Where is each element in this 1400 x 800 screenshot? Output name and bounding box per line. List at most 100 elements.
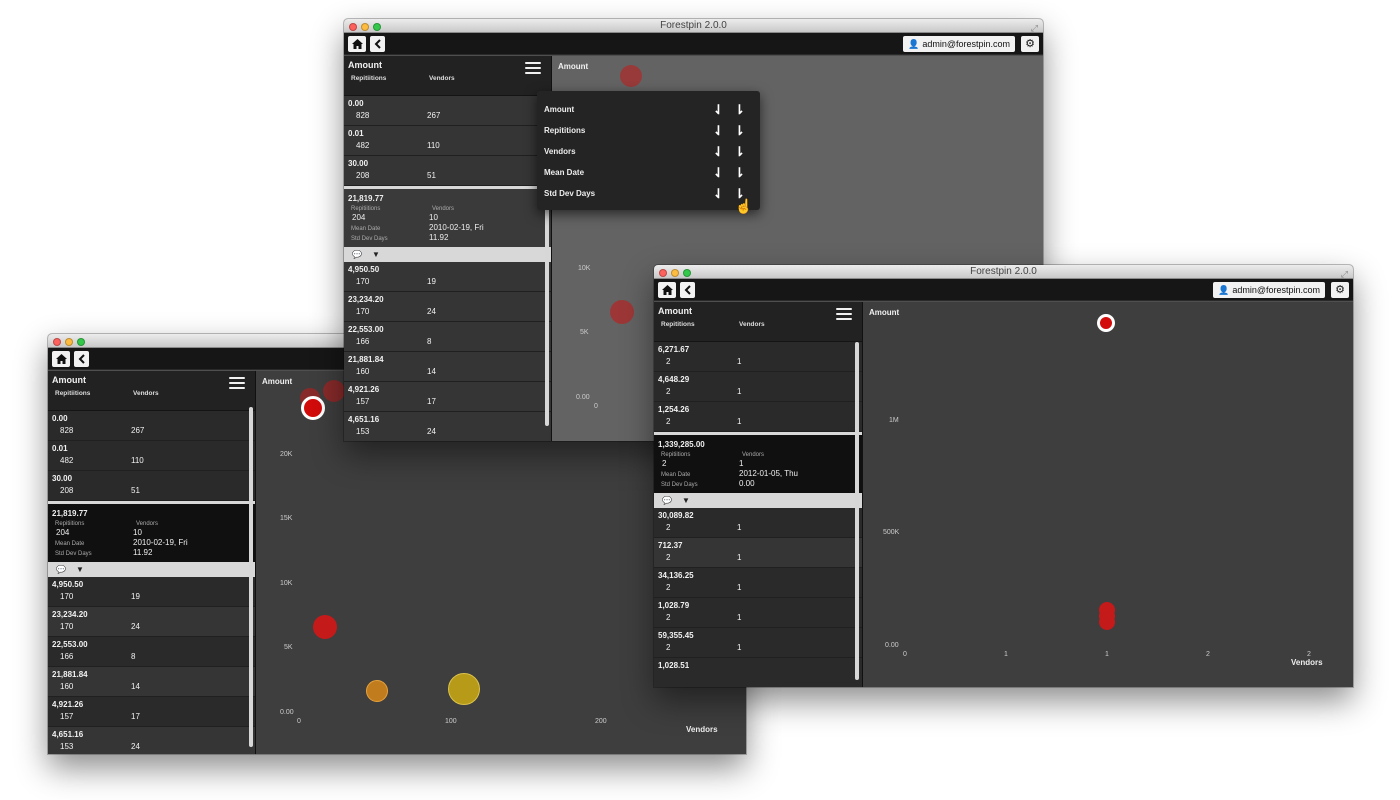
- close-window-button[interactable]: [659, 269, 667, 277]
- bubble[interactable]: [448, 673, 480, 705]
- list-item[interactable]: 4,651.16 153 24: [48, 727, 255, 754]
- minimize-window-button[interactable]: [361, 23, 369, 31]
- user-button[interactable]: 👤 admin@forestpin.com: [903, 36, 1015, 52]
- list-item[interactable]: 59,355.45 2 1: [654, 628, 862, 658]
- hamburger-icon[interactable]: [525, 62, 541, 74]
- x-tick: 100: [445, 718, 457, 725]
- minimize-window-button[interactable]: [65, 338, 73, 346]
- comment-icon[interactable]: 💬: [352, 250, 362, 259]
- list-item[interactable]: 30.00 208 51: [344, 156, 551, 186]
- chevron-left-icon: [684, 285, 691, 295]
- list-item[interactable]: 0.00 828 267: [48, 411, 255, 441]
- scrollbar[interactable]: [249, 407, 253, 747]
- comment-icon[interactable]: 💬: [56, 565, 66, 574]
- hamburger-icon[interactable]: [229, 377, 245, 389]
- sort-ascending-icon[interactable]: ⇂: [734, 103, 745, 116]
- user-button[interactable]: 👤 admin@forestpin.com: [1213, 282, 1325, 298]
- selected-bubble[interactable]: [301, 396, 325, 420]
- sort-descending-icon[interactable]: ⇃: [713, 124, 724, 137]
- back-button[interactable]: [370, 36, 385, 52]
- list-item[interactable]: 22,553.00 166 8: [344, 322, 551, 352]
- list-item[interactable]: 4,651.16 153 24: [344, 412, 551, 441]
- home-button[interactable]: [658, 282, 676, 298]
- home-button[interactable]: [52, 351, 70, 367]
- title-bar[interactable]: Forestpin 2.0.0 ⤢: [344, 19, 1043, 33]
- user-icon: 👤: [908, 39, 920, 49]
- sort-ascending-icon[interactable]: ⇂: [734, 145, 745, 158]
- list-item[interactable]: 4,921.26 157 17: [48, 697, 255, 727]
- home-icon: [55, 354, 67, 364]
- item-tools: 💬 ▼: [654, 493, 862, 508]
- list-item[interactable]: 1,028.51: [654, 658, 862, 687]
- list-item[interactable]: 4,950.50 170 19: [344, 262, 551, 292]
- zoom-window-button[interactable]: [373, 23, 381, 31]
- filter-icon[interactable]: ▼: [76, 565, 84, 574]
- sort-descending-icon[interactable]: ⇃: [713, 103, 724, 116]
- y-tick: 0.00: [280, 709, 294, 716]
- sort-descending-icon[interactable]: ⇃: [713, 166, 724, 179]
- sort-ascending-icon[interactable]: ⇂: [734, 124, 745, 137]
- list-item[interactable]: 1,254.26 2 1: [654, 402, 862, 432]
- minimize-window-button[interactable]: [671, 269, 679, 277]
- bubble[interactable]: [366, 680, 388, 702]
- sort-descending-icon[interactable]: ⇃: [713, 187, 724, 200]
- home-icon: [351, 39, 363, 49]
- ranking-panel: Amount Repitiitions Vendors 0.00 828 267 0.…: [344, 56, 552, 441]
- list-item[interactable]: 0.00 828 267: [344, 96, 551, 126]
- list-item[interactable]: 34,136.25 2 1: [654, 568, 862, 598]
- list-item[interactable]: 21,881.84 160 14: [344, 352, 551, 382]
- bubble[interactable]: [323, 380, 345, 402]
- list-item[interactable]: 712.37 2 1: [654, 538, 862, 568]
- selected-item[interactable]: 21,819.77 Repitiitions Vendors 204 10 Mean…: [48, 501, 255, 562]
- selected-item[interactable]: 21,819.77 Repitiitions Vendors 204 10 Mean…: [344, 186, 551, 247]
- settings-button[interactable]: ⚙: [1331, 282, 1349, 298]
- bubble[interactable]: [1099, 614, 1115, 630]
- list-item[interactable]: 0.01 482 110: [48, 441, 255, 471]
- close-window-button[interactable]: [349, 23, 357, 31]
- list-item[interactable]: 4,648.29 2 1: [654, 372, 862, 402]
- comment-icon[interactable]: 💬: [662, 496, 672, 505]
- zoom-window-button[interactable]: [683, 269, 691, 277]
- bubble[interactable]: [610, 300, 634, 324]
- back-button[interactable]: [680, 282, 695, 298]
- y-tick: 5K: [580, 329, 589, 336]
- sort-menu: Amount ⇃ ⇂ Repititions ⇃ ⇂ Vendors ⇃ ⇂ Mean Da…: [537, 91, 760, 210]
- y-tick: 10K: [280, 580, 293, 587]
- filter-icon[interactable]: ▼: [372, 250, 380, 259]
- list-item[interactable]: 21,881.84 160 14: [48, 667, 255, 697]
- list-item[interactable]: 4,921.26 157 17: [344, 382, 551, 412]
- chevron-left-icon: [374, 39, 381, 49]
- title-bar[interactable]: Forestpin 2.0.0 ⤢: [654, 265, 1353, 279]
- hamburger-icon[interactable]: [836, 308, 852, 320]
- list-item[interactable]: 6,271.67 2 1: [654, 342, 862, 372]
- scrollbar[interactable]: [855, 342, 859, 680]
- list-item[interactable]: 1,028.79 2 1: [654, 598, 862, 628]
- window-title: Forestpin 2.0.0: [660, 20, 727, 31]
- list-item[interactable]: 0.01 482 110: [344, 126, 551, 156]
- list-item[interactable]: 4,950.50 170 19: [48, 577, 255, 607]
- list-item[interactable]: 23,234.20 170 24: [48, 607, 255, 637]
- close-window-button[interactable]: [53, 338, 61, 346]
- list-item[interactable]: 30,089.82 2 1: [654, 508, 862, 538]
- sort-row-repetitions: Repititions ⇃ ⇂: [544, 123, 745, 138]
- y-axis-label: Amount: [869, 308, 900, 317]
- gear-icon: ⚙: [1025, 38, 1035, 50]
- back-button[interactable]: [74, 351, 89, 367]
- x-tick: 2: [1307, 651, 1311, 658]
- zoom-window-button[interactable]: [77, 338, 85, 346]
- settings-button[interactable]: ⚙: [1021, 36, 1039, 52]
- filter-icon[interactable]: ▼: [682, 496, 690, 505]
- home-button[interactable]: [348, 36, 366, 52]
- selected-item[interactable]: 1,339,285.00 Repitiitions Vendors 21 Mean…: [654, 432, 862, 493]
- bubble[interactable]: [620, 65, 642, 87]
- selected-bubble[interactable]: [1097, 314, 1115, 332]
- list-item[interactable]: 22,553.00 166 8: [48, 637, 255, 667]
- list-item[interactable]: 30.00 208 51: [48, 471, 255, 501]
- panel-title: Amount: [52, 375, 86, 385]
- sort-ascending-icon[interactable]: ⇂: [734, 166, 745, 179]
- bubble[interactable]: [313, 615, 337, 639]
- list-item[interactable]: 23,234.20 170 24: [344, 292, 551, 322]
- panel-header: Amount Repitiitions Vendors: [344, 56, 551, 96]
- y-axis-label: Amount: [558, 62, 589, 71]
- sort-descending-icon[interactable]: ⇃: [713, 145, 724, 158]
